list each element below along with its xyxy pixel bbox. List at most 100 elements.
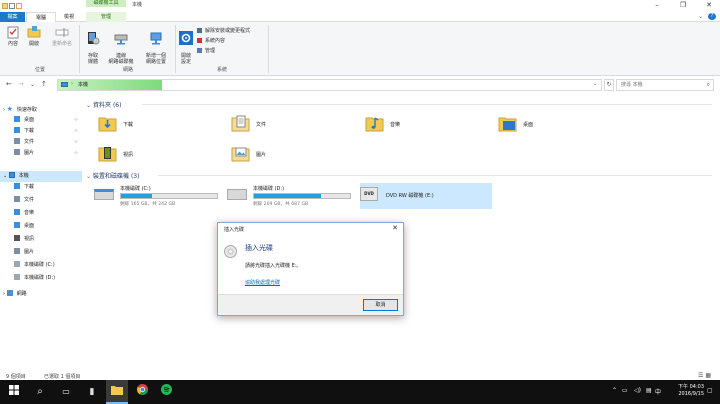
expand-chevron-icon: › — [3, 291, 5, 297]
nav-pc-item[interactable]: 音樂 — [0, 208, 82, 219]
pin-icon[interactable]: ⊹ — [74, 115, 78, 126]
open-settings-button[interactable]: 開啟 設定 — [177, 25, 195, 65]
system-properties-link[interactable]: 系統內容 — [197, 38, 225, 45]
nav-pc-item[interactable]: 本機磁碟 (D:) — [0, 273, 82, 284]
nav-pc-item[interactable]: 下載 — [0, 182, 82, 193]
tab-view[interactable]: 檢視 — [58, 12, 80, 22]
maximize-button[interactable]: ❐ — [674, 0, 692, 10]
drive-item[interactable]: 本機磁碟 (C:) 剩餘 165 GB，共 242 GB — [94, 183, 226, 209]
pin-icon[interactable]: ⊹ — [74, 126, 78, 137]
dvd-drive-item[interactable]: DVD DVD RW 磁碟機 (E:) — [360, 183, 492, 209]
folder-item[interactable]: 音樂 — [365, 112, 495, 138]
drive-item[interactable]: 本機磁碟 (D:) 剩餘 209 GB，共 687 GB — [227, 183, 359, 209]
rename-button[interactable]: 重新命名 — [48, 25, 76, 47]
folder-item[interactable]: 桌面 — [498, 112, 628, 138]
expand-ribbon-icon[interactable]: ⌄ — [698, 13, 703, 20]
cancel-button[interactable]: 取消 — [363, 299, 398, 311]
nav-pc-item[interactable]: 桌面 — [0, 221, 82, 232]
folders-section-header[interactable]: ⌄ 資料夾 (6) — [86, 100, 121, 109]
pin-icon[interactable]: ⊹ — [74, 137, 78, 148]
manage-link[interactable]: 管理 — [197, 48, 215, 55]
download-icon — [14, 183, 20, 189]
start-button[interactable] — [4, 380, 24, 404]
pin-icon[interactable]: ⊹ — [74, 148, 78, 159]
details-view-icon[interactable]: ☰ — [698, 372, 703, 379]
help-link[interactable]: 協助我處理光碟 — [245, 279, 280, 286]
mail-app-icon[interactable]: ▮ — [82, 380, 102, 404]
notifications-icon[interactable]: ▢ — [707, 387, 713, 394]
nav-pc-item[interactable]: 文件 — [0, 195, 82, 206]
tab-file[interactable]: 檔案 — [0, 12, 25, 22]
ribbon-separator — [175, 25, 176, 73]
forward-arrow-icon[interactable]: → — [18, 80, 24, 88]
address-bar[interactable]: › 本機 ⌄ — [57, 79, 602, 91]
videos-folder-icon — [98, 147, 117, 162]
documents-icon — [14, 138, 20, 144]
properties-button[interactable]: 內容 — [4, 25, 22, 47]
address-dropdown-icon[interactable]: ⌄ — [593, 81, 597, 87]
tab-manage[interactable]: 管理 — [86, 12, 126, 22]
minimize-button[interactable]: – — [648, 0, 666, 10]
folder-item[interactable]: 視訊 — [98, 142, 228, 168]
folder-icon[interactable] — [2, 3, 8, 9]
map-network-drive-button[interactable]: 連線 網路磁碟機 — [104, 25, 138, 65]
access-media-button[interactable]: 存取 媒體 — [82, 25, 104, 65]
manage-icon — [197, 48, 202, 53]
show-hidden-icons-icon[interactable]: ⌃ — [612, 387, 617, 394]
selected-count: 已選取 1 個項目 — [44, 374, 81, 380]
close-button[interactable]: ✕ — [700, 0, 718, 10]
file-explorer-taskbar-button[interactable] — [106, 380, 128, 404]
nav-pc-item[interactable]: 圖片 — [0, 247, 82, 258]
search-input[interactable]: 搜尋 本機 ⌕ — [616, 79, 714, 91]
quick-access-toolbar — [2, 0, 23, 9]
nav-pc-item[interactable]: 視訊 — [0, 234, 82, 245]
properties-icon[interactable] — [9, 3, 15, 9]
nav-quick-access[interactable]: › ★ 快速存取 — [0, 104, 82, 115]
nav-quick-item[interactable]: 圖片 ⊹ — [0, 148, 82, 159]
volume-icon[interactable]: ◁) — [634, 387, 641, 394]
network-drive-icon — [114, 34, 128, 45]
refresh-icon[interactable]: ↻ — [604, 79, 614, 91]
tab-computer[interactable]: 電腦 — [26, 12, 56, 22]
input-method-icon[interactable]: 中 — [655, 387, 661, 396]
ribbon-separator — [268, 25, 269, 73]
add-network-location-button[interactable]: 新增一個 網路位置 — [140, 25, 172, 65]
nav-quick-item[interactable]: 文件 ⊹ — [0, 137, 82, 148]
folder-item[interactable]: 文件 — [231, 112, 361, 138]
nav-network[interactable]: › 網路 — [0, 289, 82, 300]
uninstall-program-link[interactable]: 解除安裝或變更程式 — [197, 28, 250, 35]
drive-usage-bar — [253, 193, 351, 199]
ribbon: 內容 開啟 重新命名 位置 存取 媒體 連線 網路磁碟機 新增一個 網路位置 網… — [0, 22, 720, 76]
spotify-taskbar-button[interactable] — [156, 380, 176, 404]
folder-item[interactable]: 下載 — [98, 112, 228, 138]
nav-this-pc[interactable]: ⌄ 本機 — [0, 171, 82, 182]
battery-icon[interactable]: ▭ — [622, 387, 628, 394]
task-view-icon[interactable]: ▭ — [56, 380, 76, 404]
music-folder-icon — [365, 117, 384, 132]
tiles-view-icon[interactable]: ▦ — [705, 372, 711, 379]
back-arrow-icon[interactable]: ← — [6, 80, 12, 88]
help-icon[interactable]: ? — [708, 13, 716, 20]
nav-pc-item[interactable]: 本機磁碟 (C:) — [0, 260, 82, 271]
close-icon[interactable]: ✕ — [392, 224, 398, 232]
nav-quick-item[interactable]: 下載 ⊹ — [0, 126, 82, 137]
desktop-folder-icon — [498, 117, 517, 132]
open-button[interactable]: 開啟 — [25, 25, 43, 47]
drives-section-header[interactable]: ⌄ 裝置和磁碟機 (3) — [86, 171, 139, 180]
title-bar: 磁碟機工具 本機 – ❐ ✕ — [0, 0, 720, 12]
clock[interactable]: 下午 04:03 2016/9/15 — [664, 384, 704, 398]
breadcrumb-this-pc[interactable]: 本機 — [78, 81, 88, 88]
network-status-icon[interactable]: ▤ — [646, 387, 652, 394]
new-folder-icon[interactable] — [16, 3, 22, 9]
chrome-taskbar-button[interactable] — [132, 380, 152, 404]
computer-icon — [61, 82, 68, 87]
desktop-icon — [14, 222, 20, 228]
drive-usage-bar — [120, 193, 218, 199]
breadcrumb-chevron-icon[interactable]: › — [71, 81, 73, 87]
group-label-network: 網路 — [122, 67, 133, 73]
up-arrow-icon[interactable]: ↑ — [41, 80, 47, 88]
recent-locations-icon[interactable]: ⌄ — [30, 81, 35, 88]
search-icon[interactable]: ⌕ — [30, 380, 50, 404]
nav-quick-item[interactable]: 桌面 ⊹ — [0, 115, 82, 126]
folder-item[interactable]: 圖片 — [231, 142, 361, 168]
